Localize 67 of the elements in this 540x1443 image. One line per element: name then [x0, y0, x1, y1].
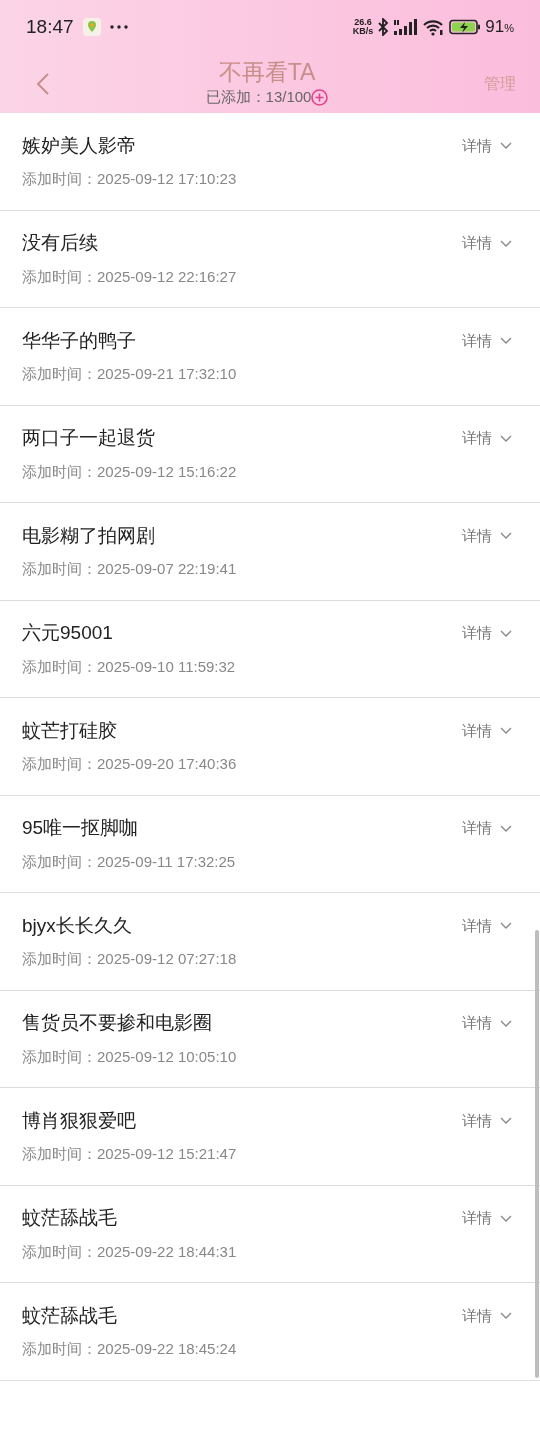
details-toggle[interactable]: 详情 [462, 232, 512, 255]
item-name: 蚊茫舔战毛 [22, 1206, 117, 1231]
item-name: 蚊芒打硅胶 [22, 718, 117, 743]
more-icon [109, 25, 128, 29]
item-name: bjyx长长久久 [22, 913, 132, 938]
added-time: 添加时间：2025-09-12 22:16:27 [22, 266, 238, 287]
details-toggle[interactable]: 详情 [462, 134, 512, 158]
caret-icon [500, 1214, 512, 1223]
added-time: 添加时间：2025-09-12 15:16:22 [22, 461, 238, 482]
wifi-icon [421, 18, 446, 36]
item-name: 蚊茫舔战毛 [22, 1303, 117, 1328]
details-toggle[interactable]: 详情 [462, 719, 512, 743]
caret-icon [500, 824, 512, 833]
item-name: 售货员不要掺和电影圈 [22, 1011, 212, 1036]
clock: 18:47 [26, 14, 74, 39]
network-speed: 26.6 [353, 18, 373, 27]
caret-icon [500, 629, 512, 638]
details-toggle[interactable]: 详情 [462, 329, 512, 353]
caret-icon [500, 1312, 512, 1320]
details-toggle[interactable]: 详情 [462, 914, 512, 938]
caret-icon [500, 1117, 512, 1125]
added-time: 添加时间：2025-09-11 17:32:25 [22, 851, 237, 872]
page-title: 不再看TA [218, 58, 316, 87]
added-time: 添加时间：2025-09-12 17:10:23 [22, 169, 238, 190]
caret-icon [500, 337, 512, 345]
add-icon[interactable] [311, 89, 329, 106]
details-toggle[interactable]: 详情 [462, 427, 512, 450]
caret-icon [500, 142, 512, 150]
item-name: 两口子一起退货 [22, 426, 155, 451]
battery-unit: % [504, 22, 514, 37]
added-time: 添加时间：2025-09-12 10:05:10 [22, 1046, 238, 1067]
signal-icon [393, 18, 418, 36]
added-time: 添加时间：2025-09-21 17:32:10 [22, 364, 238, 385]
battery-level: 91 [485, 16, 505, 39]
added-time: 添加时间：2025-09-22 18:45:24 [22, 1339, 238, 1360]
item-name: 华华子的鸭子 [22, 328, 136, 353]
network-unit: KB/s [352, 27, 374, 36]
details-toggle[interactable]: 详情 [462, 1109, 512, 1133]
caret-icon [500, 532, 512, 540]
caret-icon [500, 434, 512, 443]
added-count: 已添加：13/100 [205, 87, 312, 108]
added-time: 添加时间：2025-09-07 22:19:41 [22, 559, 238, 580]
app-notification-icon [81, 17, 102, 37]
item-name: 嫉妒美人影帝 [22, 133, 136, 158]
bluetooth-icon [377, 18, 390, 36]
added-time: 添加时间：2025-09-12 15:21:47 [22, 1144, 238, 1165]
added-time: 添加时间：2025-09-22 18:44:31 [22, 1241, 238, 1262]
back-button[interactable] [36, 71, 50, 96]
added-time: 添加时间：2025-09-20 17:40:36 [22, 754, 238, 775]
item-name: 六元95001 [22, 621, 113, 646]
added-time: 添加时间：2025-09-12 07:27:18 [22, 949, 238, 970]
details-toggle[interactable]: 详情 [462, 622, 512, 645]
caret-icon [500, 1019, 512, 1028]
added-time: 添加时间：2025-09-10 11:59:32 [22, 656, 237, 677]
item-name: 电影糊了拍网剧 [22, 523, 155, 548]
details-toggle[interactable]: 详情 [462, 1207, 512, 1230]
details-toggle[interactable]: 详情 [462, 524, 512, 548]
details-toggle[interactable]: 详情 [462, 1012, 512, 1035]
caret-icon [500, 239, 512, 248]
details-toggle[interactable]: 详情 [462, 1304, 512, 1328]
item-name: 95唯一抠脚咖 [22, 816, 139, 841]
item-name: 没有后续 [22, 231, 98, 256]
caret-icon [500, 922, 512, 930]
details-toggle[interactable]: 详情 [462, 817, 512, 840]
battery-icon [449, 19, 482, 35]
caret-icon [500, 727, 512, 735]
item-name: 博肖狠狠爱吧 [22, 1108, 136, 1133]
